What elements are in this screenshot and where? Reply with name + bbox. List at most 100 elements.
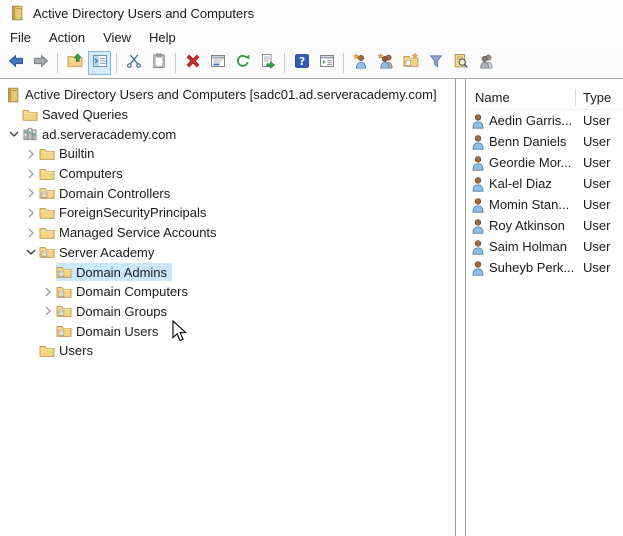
chevron-placeholder xyxy=(22,343,39,359)
tree-item[interactable]: Builtin xyxy=(0,144,455,164)
toolbar-new-ou-button[interactable] xyxy=(399,51,422,75)
chevron-placeholder xyxy=(39,264,56,280)
list-header: Name Type xyxy=(466,86,623,110)
list-item[interactable]: Kal-el Diaz User xyxy=(466,173,623,194)
user-name: Geordie Mor... xyxy=(489,155,576,170)
tree-item[interactable]: Users xyxy=(0,341,455,361)
toolbar-refresh-button[interactable] xyxy=(231,51,254,75)
toolbar-console-window-button[interactable] xyxy=(315,51,338,75)
list-item[interactable]: Roy Atkinson User xyxy=(466,215,623,236)
main-area: Active Directory Users and Computers [sa… xyxy=(0,79,623,536)
tree-item[interactable]: Domain Groups xyxy=(0,302,455,322)
toolbar-find-button[interactable] xyxy=(449,51,472,75)
list-item[interactable]: Momin Stan... User xyxy=(466,194,623,215)
toolbar-separator xyxy=(175,53,176,73)
folder-icon xyxy=(39,146,56,162)
tree-item-label: Saved Queries xyxy=(39,106,133,123)
toolbar-cut-button[interactable] xyxy=(122,51,145,75)
show-console-tree-icon xyxy=(92,53,108,74)
user-type: User xyxy=(576,260,610,275)
tree-item[interactable]: Computers xyxy=(0,164,455,184)
chevron-collapsed-icon[interactable] xyxy=(39,303,56,319)
menu-item-help[interactable]: Help xyxy=(140,28,185,47)
tree-item[interactable]: Server Academy xyxy=(0,243,455,263)
list-item[interactable]: Benn Daniels User xyxy=(466,131,623,152)
toolbar-help-button[interactable]: ? xyxy=(290,51,313,75)
console-tree-pane[interactable]: Active Directory Users and Computers [sa… xyxy=(0,79,456,536)
new-ou-icon xyxy=(403,53,419,74)
user-icon xyxy=(471,260,486,276)
column-header-name[interactable]: Name xyxy=(466,89,576,107)
toolbar-people-button[interactable] xyxy=(474,51,497,75)
toolbar-separator xyxy=(57,53,58,73)
user-icon xyxy=(471,155,486,171)
tree-item-label: Domain Controllers xyxy=(56,185,175,202)
toolbar-back-arrow-button[interactable] xyxy=(4,51,27,75)
toolbar-separator xyxy=(284,53,285,73)
list-item[interactable]: Suheyb Perk... User xyxy=(466,257,623,278)
cut-icon xyxy=(126,53,142,74)
chevron-expanded-icon[interactable] xyxy=(22,244,39,260)
tree-item[interactable]: ad.serveracademy.com xyxy=(0,124,455,144)
tree-item[interactable]: Managed Service Accounts xyxy=(0,223,455,243)
user-type: User xyxy=(576,113,610,128)
tree-item-label: Domain Admins xyxy=(73,264,172,281)
user-name: Momin Stan... xyxy=(489,197,576,212)
user-icon xyxy=(471,176,486,192)
toolbar-new-user-button[interactable] xyxy=(349,51,372,75)
list-item[interactable]: Aedin Garris... User xyxy=(466,110,623,131)
tree-item-label: Domain Computers xyxy=(73,283,193,300)
tree-item[interactable]: Domain Controllers xyxy=(0,183,455,203)
properties-icon xyxy=(210,53,226,74)
ou-folder-icon xyxy=(56,303,73,319)
toolbar-show-console-tree-button[interactable] xyxy=(88,51,111,75)
user-type: User xyxy=(576,197,610,212)
tree-item[interactable]: Domain Users xyxy=(0,321,455,341)
refresh-icon xyxy=(235,53,251,74)
menu-item-action[interactable]: Action xyxy=(40,28,94,47)
chevron-collapsed-icon[interactable] xyxy=(22,225,39,241)
list-item[interactable]: Geordie Mor... User xyxy=(466,152,623,173)
tree-item-label: Managed Service Accounts xyxy=(56,224,222,241)
tree-item[interactable]: Domain Computers xyxy=(0,282,455,302)
chevron-collapsed-icon[interactable] xyxy=(22,146,39,162)
tree-item-label: Domain Groups xyxy=(73,303,172,320)
toolbar-forward-arrow-button[interactable] xyxy=(29,51,52,75)
console-window-icon xyxy=(319,53,335,74)
tree-item-label: ForeignSecurityPrincipals xyxy=(56,204,211,221)
chevron-expanded-icon[interactable] xyxy=(5,126,22,142)
tree-item[interactable]: Saved Queries xyxy=(0,105,455,125)
toolbar-export-list-button[interactable] xyxy=(256,51,279,75)
toolbar-filter-button[interactable] xyxy=(424,51,447,75)
chevron-collapsed-icon[interactable] xyxy=(22,185,39,201)
user-name: Roy Atkinson xyxy=(489,218,576,233)
tree-item[interactable]: Active Directory Users and Computers [sa… xyxy=(0,85,455,105)
people-icon xyxy=(478,53,494,74)
toolbar-properties-button[interactable] xyxy=(206,51,229,75)
user-icon xyxy=(471,239,486,255)
user-name: Suheyb Perk... xyxy=(489,260,576,275)
folder-icon xyxy=(22,107,39,123)
user-name: Kal-el Diaz xyxy=(489,176,576,191)
list-item[interactable]: Saim Holman User xyxy=(466,236,623,257)
chevron-collapsed-icon[interactable] xyxy=(39,284,56,300)
toolbar-new-group-button[interactable] xyxy=(374,51,397,75)
result-list-pane[interactable]: Name Type Aedin Garris... User Benn Dani… xyxy=(465,79,623,536)
chevron-collapsed-icon[interactable] xyxy=(22,166,39,182)
tree-item-label: Computers xyxy=(56,165,128,182)
toolbar-delete-button[interactable] xyxy=(181,51,204,75)
toolbar-up-one-level-button[interactable] xyxy=(63,51,86,75)
chevron-collapsed-icon[interactable] xyxy=(22,205,39,221)
toolbar: ? xyxy=(0,48,623,79)
new-user-icon xyxy=(353,53,369,74)
column-header-type[interactable]: Type xyxy=(576,90,611,105)
user-icon xyxy=(471,197,486,213)
toolbar-clipboard-button[interactable] xyxy=(147,51,170,75)
pane-splitter[interactable] xyxy=(456,79,465,536)
menu-item-view[interactable]: View xyxy=(94,28,140,47)
ou-folder-icon xyxy=(56,323,73,339)
tree-item[interactable]: ForeignSecurityPrincipals xyxy=(0,203,455,223)
tree-item[interactable]: Domain Admins xyxy=(0,262,455,282)
user-name: Benn Daniels xyxy=(489,134,576,149)
menu-item-file[interactable]: File xyxy=(1,28,40,47)
